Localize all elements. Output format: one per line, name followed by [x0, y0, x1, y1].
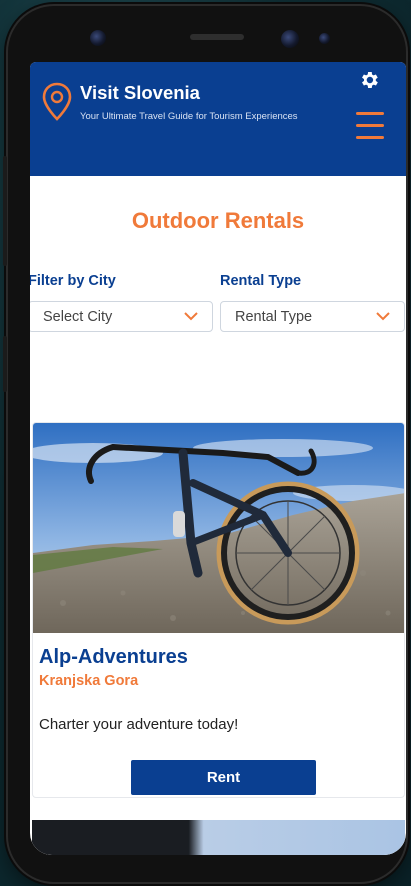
brand-tagline: Your Ultimate Travel Guide for Tourism E… [80, 111, 298, 122]
rental-card-partial[interactable] [32, 820, 405, 855]
earpiece-speaker [190, 34, 244, 40]
hamburger-menu-icon[interactable] [356, 112, 384, 140]
city-select[interactable]: Select City [30, 301, 213, 332]
page-title: Outdoor Rentals [131, 208, 305, 233]
listing-location: Kranjska Gora [39, 673, 139, 689]
phone-side-button [3, 156, 7, 266]
listing-description: Charter your adventure today! [39, 716, 239, 733]
chevron-down-icon [376, 312, 390, 321]
rental-type-select-value: Rental Type [235, 308, 313, 325]
listing-photo [32, 820, 405, 855]
listing-name[interactable]: Alp-Adventures [39, 646, 188, 669]
phone-top-bezel [8, 6, 406, 66]
rental-card[interactable]: Alp-Adventures Kranjska Gora Charter you… [32, 422, 405, 798]
gear-icon[interactable] [358, 69, 380, 91]
chevron-down-icon [184, 312, 198, 321]
sensor-icon [281, 30, 299, 48]
gravel-bike-photo [33, 423, 404, 633]
city-filter-label: Filter by City [30, 273, 116, 289]
rental-type-select[interactable]: Rental Type [220, 301, 405, 332]
sensor-icon [319, 33, 330, 44]
rental-type-label: Rental Type [220, 273, 302, 289]
phone-side-button [3, 336, 7, 392]
phone-frame: Visit Slovenia Your Ultimate Travel Guid… [3, 6, 406, 882]
city-select-value: Select City [43, 308, 113, 325]
map-pin-icon[interactable] [41, 82, 73, 122]
app-screen: Visit Slovenia Your Ultimate Travel Guid… [30, 62, 406, 855]
brand-title[interactable]: Visit Slovenia [80, 82, 200, 104]
rent-button[interactable]: Rent [131, 760, 316, 795]
app-header: Visit Slovenia Your Ultimate Travel Guid… [30, 62, 406, 176]
front-camera-icon [90, 30, 106, 46]
